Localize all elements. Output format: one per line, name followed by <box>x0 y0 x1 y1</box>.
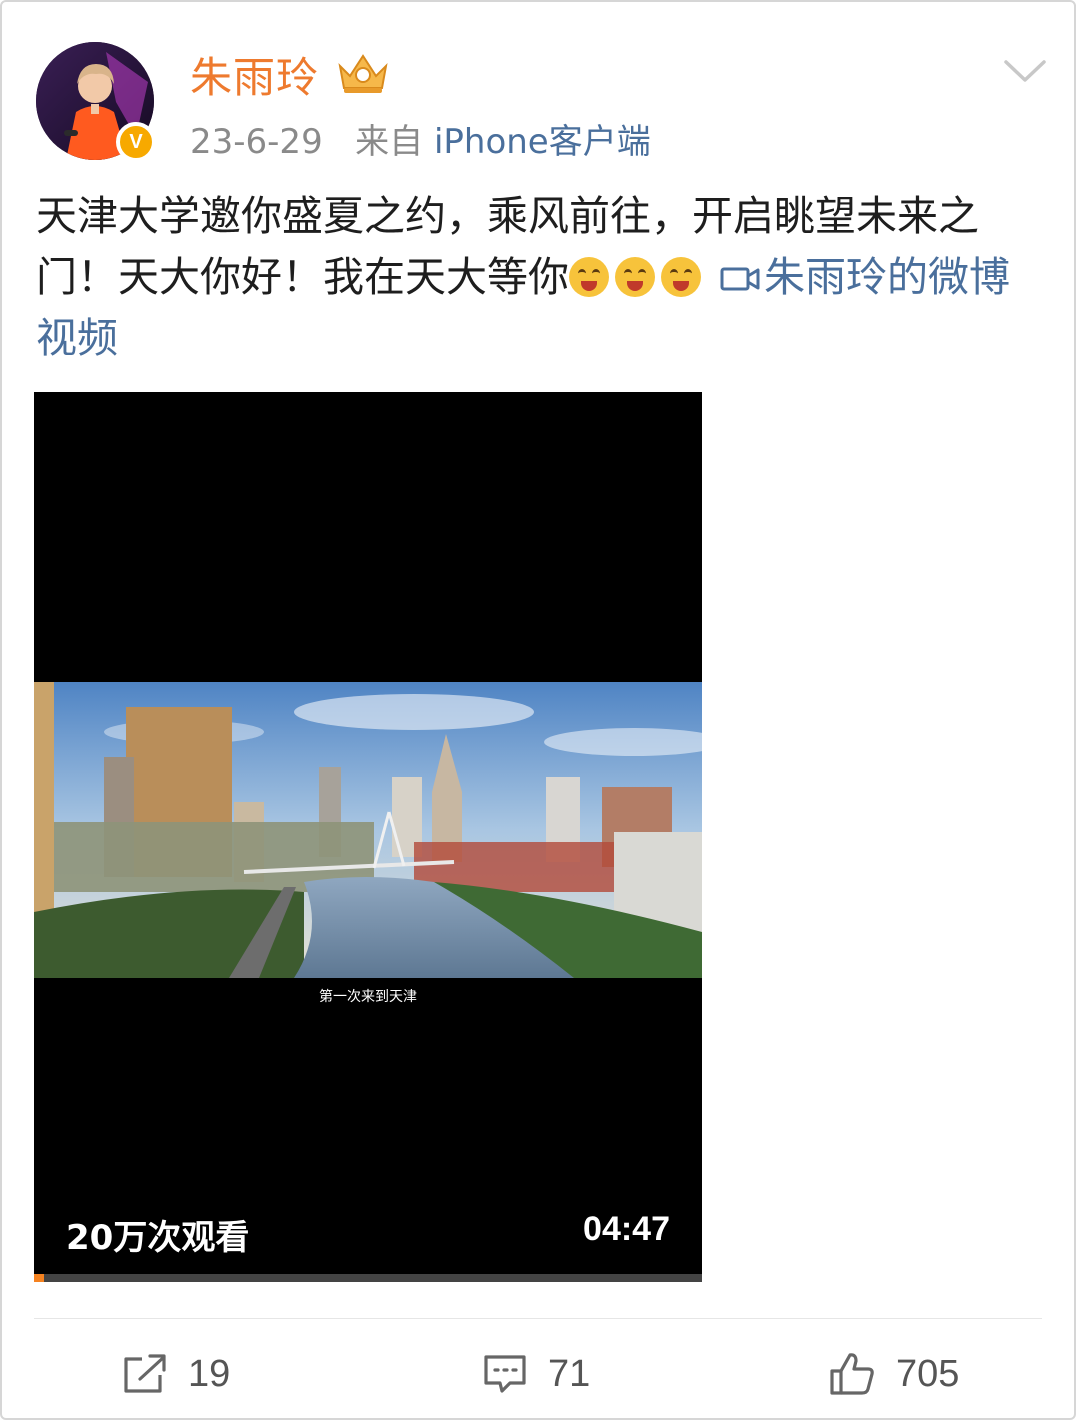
post-meta: 23-6-29 来自 iPhone客户端 <box>190 114 651 163</box>
post-source[interactable]: iPhone客户端 <box>434 122 651 162</box>
comment-button[interactable]: 71 <box>482 1346 590 1402</box>
video-frame-cityscape <box>34 682 702 978</box>
share-count: 19 <box>188 1352 231 1395</box>
source-prefix: 来自 <box>355 122 424 162</box>
post-date: 23-6-29 <box>190 122 323 162</box>
video-progress-bar[interactable] <box>34 1274 702 1282</box>
video-player[interactable]: 第一次来到天津 20万次观看 04:47 <box>34 392 702 1282</box>
verified-badge: V <box>116 122 156 162</box>
comment-icon <box>484 1355 526 1393</box>
like-button[interactable]: 705 <box>828 1346 959 1402</box>
divider <box>34 1318 1042 1319</box>
like-count: 705 <box>896 1352 960 1395</box>
video-subtitle: 第一次来到天津 <box>319 989 417 1005</box>
post-text: 天津大学邀你盛夏之约，乘风前往，开启眺望未来之门！天大你好！我在天大等你 朱雨玲… <box>36 186 1046 369</box>
view-count: 20万次观看 <box>66 1218 250 1258</box>
crying-laughing-emoji-icon <box>661 257 701 297</box>
username[interactable]: 朱雨玲 <box>190 44 319 105</box>
video-camera-icon <box>720 267 760 291</box>
crying-laughing-emoji-icon <box>615 257 655 297</box>
vip-crown-icon[interactable] <box>334 48 392 96</box>
crying-laughing-emoji-icon <box>569 257 609 297</box>
share-button[interactable]: 19 <box>122 1346 230 1402</box>
thumbs-up-icon <box>830 1353 874 1395</box>
chevron-down-icon[interactable] <box>1000 52 1050 88</box>
share-icon <box>124 1354 166 1393</box>
video-duration: 04:47 <box>583 1210 670 1248</box>
video-progress-fill <box>34 1274 45 1282</box>
comment-count: 71 <box>548 1352 591 1395</box>
